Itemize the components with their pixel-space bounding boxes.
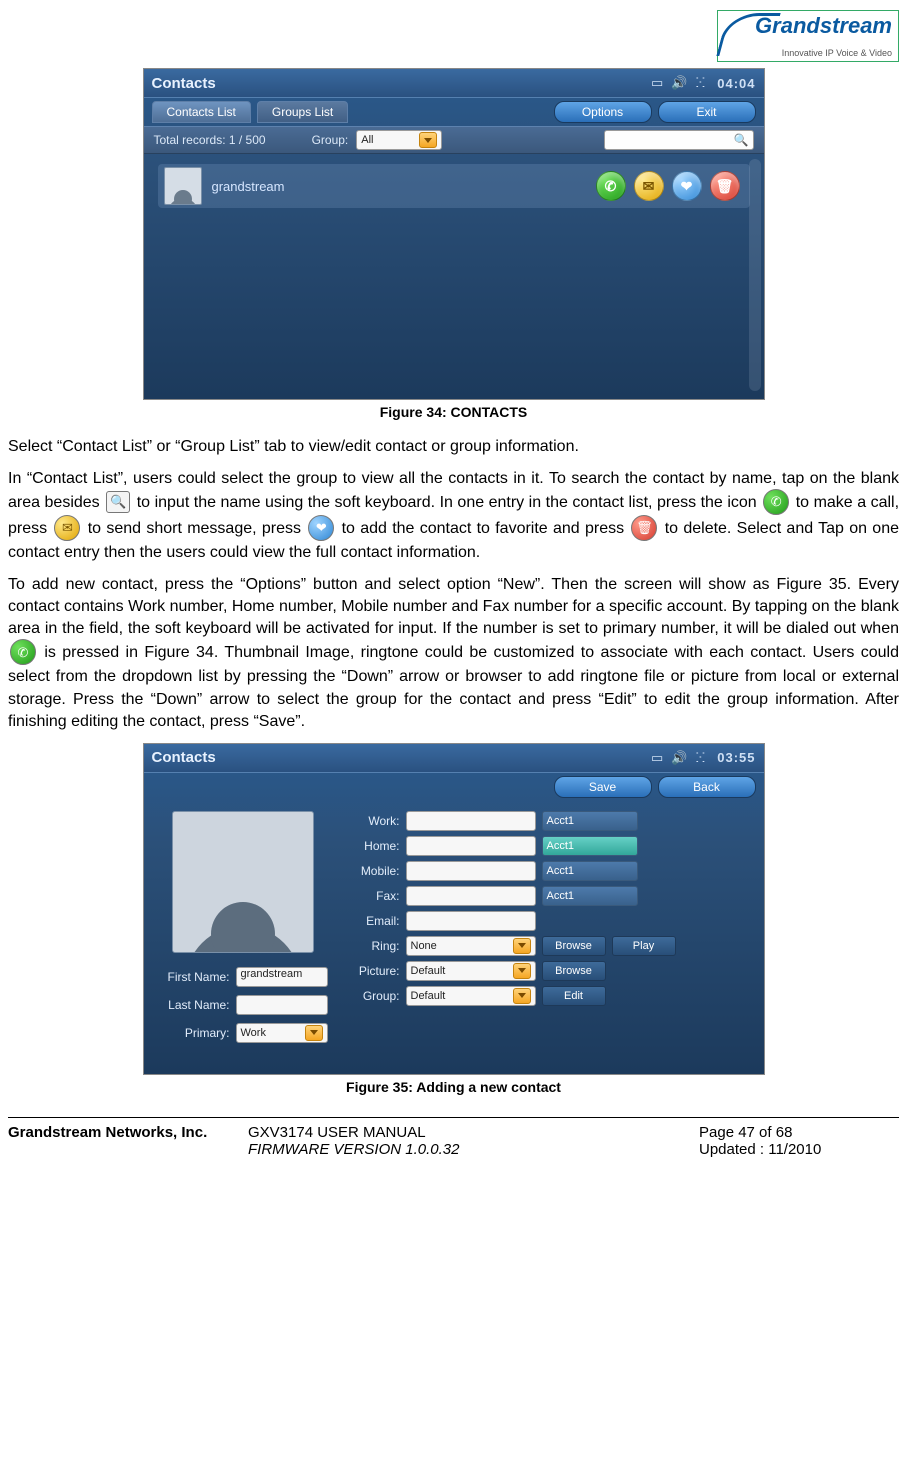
footer-divider <box>8 1117 899 1118</box>
group-dropdown-value: All <box>361 134 373 146</box>
call-icon: ✆ <box>763 489 789 515</box>
mobile-input[interactable] <box>406 861 536 881</box>
work-label: Work: <box>346 814 400 828</box>
avatar-large-icon[interactable] <box>172 811 314 953</box>
ring-browse-button[interactable]: Browse <box>542 936 606 956</box>
group-label: Group: <box>346 989 400 1003</box>
ring-dropdown[interactable]: None <box>406 936 536 956</box>
status-bar: ▭ 🔊 ⵘ 03:55 <box>651 750 755 766</box>
app-title: Contacts <box>152 75 652 92</box>
network-icon: ▭ <box>651 750 663 766</box>
primary-dropdown[interactable]: Work <box>236 1023 328 1043</box>
group-dropdown[interactable]: All <box>356 130 442 150</box>
group-edit-button[interactable]: Edit <box>542 986 606 1006</box>
first-name-input[interactable]: grandstream <box>236 967 328 987</box>
last-name-input[interactable] <box>236 995 328 1015</box>
signal-icon: ⵘ <box>696 75 706 91</box>
scrollbar[interactable] <box>749 159 761 391</box>
fax-account-dropdown[interactable]: Acct1 <box>542 886 638 906</box>
sound-icon: 🔊 <box>671 75 687 91</box>
tab-contacts-list[interactable]: Contacts List <box>152 101 251 123</box>
delete-icon: 🗑 <box>631 515 657 541</box>
mobile-account-dropdown[interactable]: Acct1 <box>542 861 638 881</box>
favorite-icon: ❤ <box>308 515 334 541</box>
figure-34: Contacts ▭ 🔊 ⵘ 04:04 Contacts List Group… <box>143 68 765 400</box>
status-bar: ▭ 🔊 ⵘ 04:04 <box>651 75 755 91</box>
chevron-down-icon <box>513 988 531 1004</box>
footer-manual: GXV3174 USER MANUAL <box>248 1124 699 1141</box>
back-button[interactable]: Back <box>658 776 756 798</box>
footer-page: Page 47 of 68 <box>699 1124 899 1141</box>
paragraph-3: To add new contact, press the “Options” … <box>8 574 899 732</box>
fax-label: Fax: <box>346 889 400 903</box>
chevron-down-icon <box>513 938 531 954</box>
signal-icon: ⵘ <box>696 750 706 766</box>
avatar-icon <box>164 167 202 205</box>
figure-35-caption: Figure 35: Adding a new contact <box>8 1079 899 1095</box>
tab-groups-list[interactable]: Groups List <box>257 101 348 123</box>
ring-play-button[interactable]: Play <box>612 936 676 956</box>
exit-button[interactable]: Exit <box>658 101 756 123</box>
chevron-down-icon <box>305 1025 323 1041</box>
app-title: Contacts <box>152 749 652 766</box>
call-icon: ✆ <box>10 639 36 665</box>
paragraph-1: Select “Contact List” or “Group List” ta… <box>8 436 899 458</box>
first-name-label: First Name: <box>158 970 230 984</box>
home-input[interactable] <box>406 836 536 856</box>
chevron-down-icon <box>513 963 531 979</box>
search-input[interactable]: 🔍 <box>604 130 754 150</box>
paragraph-2: In “Contact List”, users could select th… <box>8 468 899 564</box>
group-label: Group: <box>312 133 349 147</box>
last-name-label: Last Name: <box>158 998 230 1012</box>
chevron-down-icon <box>419 132 437 148</box>
picture-dropdown[interactable]: Default <box>406 961 536 981</box>
call-icon[interactable]: ✆ <box>596 171 626 201</box>
sound-icon: 🔊 <box>671 750 687 766</box>
delete-icon[interactable]: 🗑 <box>710 171 740 201</box>
primary-value: Work <box>241 1027 266 1039</box>
footer-updated: Updated : 11/2010 <box>699 1141 899 1158</box>
search-icon: 🔍 <box>734 133 749 147</box>
email-input[interactable] <box>406 911 536 931</box>
work-account-dropdown[interactable]: Acct1 <box>542 811 638 831</box>
ring-label: Ring: <box>346 939 400 953</box>
search-icon: 🔍 <box>106 491 130 513</box>
message-icon[interactable]: ✉ <box>634 171 664 201</box>
mobile-label: Mobile: <box>346 864 400 878</box>
picture-label: Picture: <box>346 964 400 978</box>
contact-name: grandstream <box>212 179 586 194</box>
clock: 03:55 <box>717 750 755 765</box>
logo-tagline: Innovative IP Voice & Video <box>782 48 892 58</box>
fax-input[interactable] <box>406 886 536 906</box>
network-icon: ▭ <box>651 75 663 91</box>
total-records-text: Total records: 1 / 500 <box>154 133 266 147</box>
footer-company: Grandstream Networks, Inc. <box>8 1124 248 1141</box>
options-button[interactable]: Options <box>554 101 652 123</box>
save-button[interactable]: Save <box>554 776 652 798</box>
message-icon: ✉ <box>54 515 80 541</box>
home-label: Home: <box>346 839 400 853</box>
email-label: Email: <box>346 914 400 928</box>
footer-firmware: FIRMWARE VERSION 1.0.0.32 <box>248 1141 699 1158</box>
logo-brand: Grandstream <box>755 13 892 39</box>
work-input[interactable] <box>406 811 536 831</box>
favorite-icon[interactable]: ❤ <box>672 171 702 201</box>
figure-35: Contacts ▭ 🔊 ⵘ 03:55 Save Back First Nam… <box>143 743 765 1075</box>
clock: 04:04 <box>717 76 755 91</box>
home-account-dropdown[interactable]: Acct1 <box>542 836 638 856</box>
primary-label: Primary: <box>158 1026 230 1040</box>
group-dropdown[interactable]: Default <box>406 986 536 1006</box>
picture-browse-button[interactable]: Browse <box>542 961 606 981</box>
brand-logo: Grandstream Innovative IP Voice & Video <box>717 10 899 62</box>
contact-row[interactable]: grandstream ✆ ✉ ❤ 🗑 <box>158 164 750 208</box>
